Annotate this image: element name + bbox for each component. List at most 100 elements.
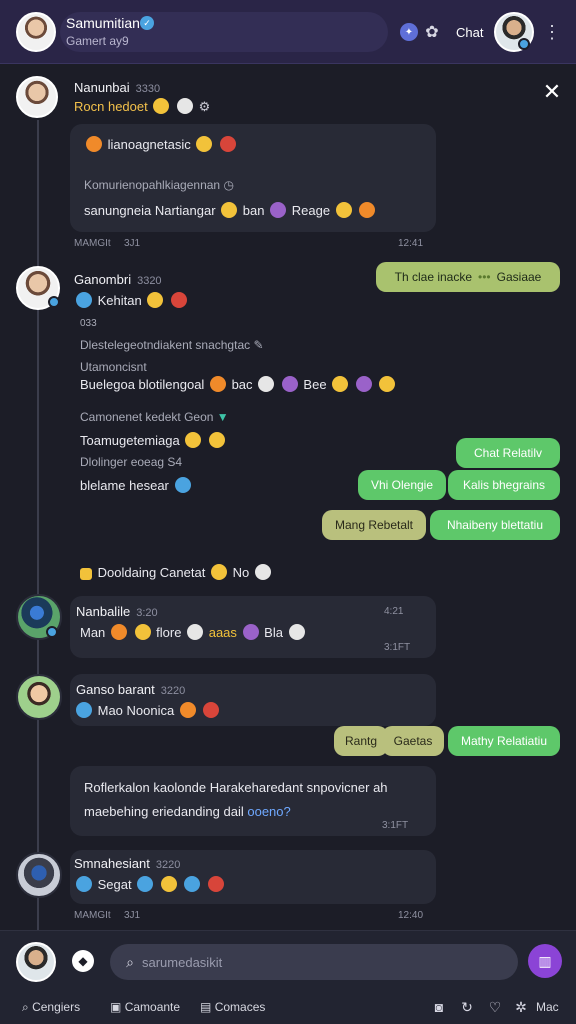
message-text: Buelegoa blotilengoal bac Bee <box>80 376 397 392</box>
message-text: Segat <box>74 876 226 892</box>
link-text[interactable]: ooeno? <box>247 804 290 819</box>
message-author: Ganso barant 3220 <box>76 682 185 697</box>
bubble-emoji-icon <box>137 876 154 892</box>
reply-bubble[interactable]: Nhaibeny blettatiu <box>430 510 560 540</box>
card-line: maebehing eriedanding dail ooeno? <box>84 804 291 819</box>
text-span: ban <box>242 203 265 218</box>
message-text: Toamugetemiaga <box>80 432 227 448</box>
chat-icon: ⌕ <box>22 1000 29 1014</box>
composer-avatar[interactable] <box>16 942 56 982</box>
text-span: lianoagnetasic <box>107 137 191 152</box>
author-name: Smnahesiant <box>74 856 150 871</box>
message-meta-right: 3:1FT <box>384 642 411 653</box>
grin-emoji-icon <box>134 624 151 640</box>
message-avatar[interactable] <box>16 852 62 898</box>
nav-label: Comaces <box>214 1000 266 1014</box>
reply-bubble[interactable]: Rantg <box>334 726 388 756</box>
message-meta-right: 12:40 <box>398 910 424 921</box>
devil-emoji-icon <box>220 136 236 152</box>
filter-icon: ▼ <box>216 410 229 424</box>
thread-line <box>37 120 39 930</box>
verified-icon: ✓ <box>140 16 154 30</box>
author-name: Nanbalile <box>76 604 131 619</box>
message-meta-right: 12:41 <box>398 238 424 249</box>
reply-bubble[interactable]: Mathy Relatiatiu <box>448 726 560 756</box>
smirk-emoji-icon <box>210 564 227 580</box>
text-span: Toamugetemiaga <box>80 433 180 448</box>
pin-icon: ✎ <box>253 338 264 352</box>
message-meta-right: 3:1FT <box>382 820 409 831</box>
text-span: Mao Noonica <box>97 703 175 718</box>
heart-icon[interactable]: ♡ <box>486 998 504 1016</box>
message-input-placeholder: sarumedasikit <box>142 955 223 970</box>
text-span: Dlestelegeotndiakent snachgtac <box>80 338 251 352</box>
star-emoji-icon <box>335 202 352 218</box>
message-avatar[interactable] <box>16 76 58 118</box>
puzzle-icon[interactable]: ✿ <box>422 22 442 42</box>
message-text: Mao Noonica <box>74 702 221 718</box>
pin-icon <box>80 568 92 580</box>
nav-item-comaces[interactable]: ▤ Comaces <box>200 1000 265 1014</box>
angry-emoji-icon <box>110 624 127 640</box>
nav-label: Cengiers <box>32 1000 81 1014</box>
folder-icon: ▤ <box>200 1000 212 1014</box>
online-badge <box>48 296 60 308</box>
message-text: Dlestelegeotndiakent snachgtac ✎ <box>80 338 264 352</box>
reply-bubble[interactable]: Gaetas <box>382 726 444 756</box>
reply-bubble[interactable]: Th clae inacke ••• Gasiaae <box>376 262 560 292</box>
ghost-emoji-icon <box>176 98 193 114</box>
message-text: 033 <box>80 318 97 329</box>
author-name: Ganombri <box>74 272 132 287</box>
more-icon[interactable]: ⋮ <box>543 20 561 44</box>
devil-emoji-icon <box>203 702 220 718</box>
grin-emoji-icon <box>332 376 349 392</box>
author-name: Ganso barant <box>76 682 155 697</box>
mac-label[interactable]: Mac <box>536 1000 559 1014</box>
shield-icon[interactable]: ◆ <box>72 950 94 972</box>
angry-emoji-icon <box>359 202 376 218</box>
blush-emoji-icon <box>208 432 225 448</box>
text-span: bac <box>231 377 253 392</box>
text-span: Komurienopahlkiagennan <box>84 178 221 192</box>
send-button[interactable]: ▥ <box>528 944 562 978</box>
gear-icon: ⚙ <box>198 99 211 114</box>
nav-item-cengiers[interactable]: ⌕ Cengiers <box>22 1000 80 1015</box>
reply-bubble[interactable]: Vhi Olengie <box>358 470 446 500</box>
text-span: Man <box>80 625 106 640</box>
nav-item-camoante[interactable]: ▣ Camoante <box>110 1000 180 1014</box>
search-icon: ⌕ <box>126 953 134 970</box>
bubble-text: Gasiaae <box>496 270 542 284</box>
card-line: Roflerkalon kaolonde Harakeharedant snpo… <box>84 780 388 795</box>
text-span: sanungneia Nartiangar <box>84 203 216 218</box>
message-avatar[interactable] <box>16 674 62 720</box>
spark-icon[interactable]: ✦ <box>400 23 418 41</box>
grin-emoji-icon <box>185 432 202 448</box>
face-emoji-icon <box>76 702 92 718</box>
chat-tab-label[interactable]: Chat <box>456 25 483 40</box>
clock-icon <box>254 564 271 580</box>
text-span: Dooldaing Canetat <box>97 565 206 580</box>
message-author: Smnahesiant 3220 <box>74 856 180 871</box>
grid-icon: ▥ <box>538 952 552 969</box>
reply-bubble[interactable]: Kalis bhegrains <box>448 470 560 500</box>
note-icon: ▣ <box>110 1000 122 1014</box>
card-line: sanungneia Nartiangar ban Reage <box>84 202 377 218</box>
alien-emoji-icon <box>270 202 287 218</box>
profile-avatar[interactable] <box>16 12 56 52</box>
message-author: Ganombri 3320 <box>74 272 162 287</box>
badge-emoji-icon <box>86 136 102 152</box>
message-meta-mid: 3J1 <box>124 238 141 249</box>
message-text: Dlolinger eoeag S4 <box>80 455 182 469</box>
globe-emoji-icon <box>76 876 92 892</box>
reply-bubble[interactable]: Mang Rebetalt <box>322 510 426 540</box>
reply-bubble[interactable]: Chat Relatilv <box>456 438 560 468</box>
message-text: Rocn hedoet ⚙ <box>74 98 210 115</box>
close-icon[interactable]: ✕ <box>540 79 564 104</box>
text-span: Bla <box>264 625 283 640</box>
camera-icon[interactable]: ◙ <box>430 998 448 1016</box>
settings-icon[interactable]: ✲ <box>512 998 530 1016</box>
author-name: Nanunbai <box>74 80 130 95</box>
refresh-icon[interactable]: ↻ <box>458 998 476 1016</box>
text-span: aaas <box>208 625 237 640</box>
message-text: Camonenet kedekt Geon ▼ <box>80 410 229 424</box>
